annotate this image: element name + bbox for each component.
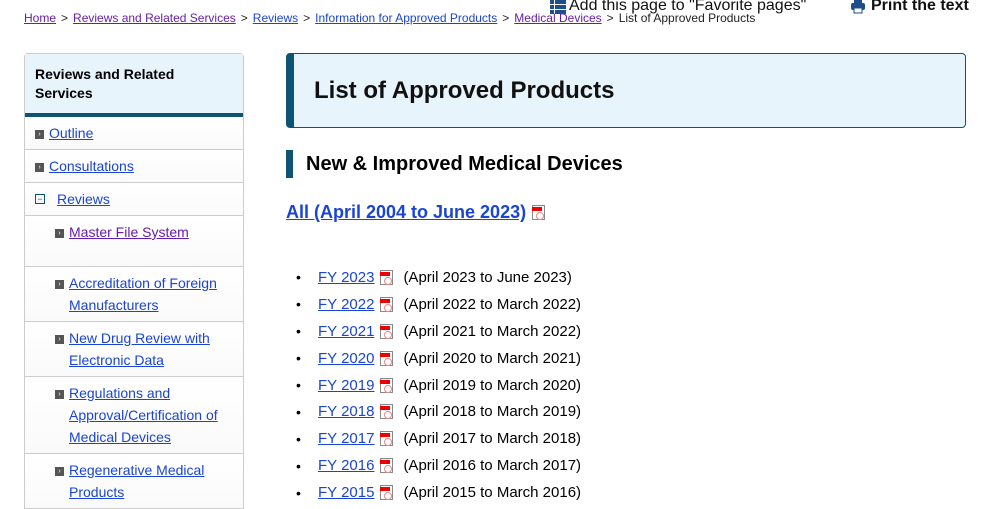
- year-range: (April 2020 to March 2021): [403, 349, 582, 367]
- year-list-item: • FY 2017 (April 2017 to March 2018): [296, 425, 581, 452]
- collapse-icon: −: [35, 194, 45, 204]
- year-range: (April 2017 to March 2018): [403, 430, 582, 448]
- sidebar-item[interactable]: › New Drug Review with Electronic Data: [25, 322, 243, 377]
- sidebar-link[interactable]: Consultations: [49, 155, 134, 177]
- year-list-item: • FY 2015 (April 2015 to March 2016): [296, 479, 581, 506]
- year-list-item: • FY 2016 (April 2016 to March 2017): [296, 452, 581, 479]
- favorite-button[interactable]: Add this page to "Favorite pages": [550, 0, 806, 15]
- pdf-icon: [380, 458, 394, 474]
- bullet: •: [296, 323, 301, 340]
- arrow-right-icon: ›: [55, 467, 64, 476]
- bullet: •: [296, 377, 301, 393]
- arrow-right-icon: ›: [55, 280, 64, 289]
- fiscal-year-link[interactable]: FY 2020: [318, 350, 374, 367]
- sidebar-link[interactable]: New Drug Review with Electronic Data: [69, 327, 235, 371]
- year-range: (April 2019 to March 2020): [403, 376, 582, 394]
- bullet: •: [296, 269, 301, 286]
- pdf-icon: [380, 350, 394, 366]
- pdf-icon: [380, 485, 394, 501]
- pdf-icon: [380, 431, 394, 447]
- year-list-item: • FY 2022 (April 2022 to March 2022): [296, 291, 581, 318]
- bullet: •: [296, 457, 301, 474]
- pdf-icon: [380, 377, 394, 393]
- sidebar-item[interactable]: − Reviews: [25, 183, 243, 216]
- year-list-item: • FY 2018 (April 2018 to March 2019): [296, 398, 581, 425]
- arrow-right-icon: ›: [55, 335, 64, 344]
- pdf-icon: [532, 205, 546, 220]
- sidebar-item[interactable]: › Master File System: [25, 216, 243, 267]
- sidebar-item[interactable]: › Regulations and Approval/Certification …: [25, 377, 243, 454]
- year-list-item: • FY 2023 (April 2023 to June 2023): [296, 264, 581, 291]
- sidebar-link[interactable]: Reviews: [57, 188, 110, 210]
- sidebar-item[interactable]: › Regenerative Medical Products: [25, 454, 243, 509]
- year-range: (April 2023 to June 2023): [403, 268, 572, 286]
- favorite-label: Add this page to "Favorite pages": [569, 0, 807, 14]
- sidebar-link[interactable]: Master File System: [69, 221, 189, 261]
- sidebar-link[interactable]: Regenerative Medical Products: [69, 459, 235, 503]
- pdf-icon: [380, 296, 394, 312]
- breadcrumb-separator: >: [502, 11, 510, 25]
- breadcrumb-link[interactable]: Home: [24, 11, 56, 25]
- print-button[interactable]: Print the text: [850, 0, 969, 15]
- page-title-box: List of Approved Products: [286, 53, 966, 128]
- year-range: (April 2021 to March 2022): [403, 322, 582, 340]
- sidebar-link[interactable]: Accreditation of Foreign Manufacturers: [69, 272, 235, 316]
- year-list-item: • FY 2021 (April 2021 to March 2022): [296, 318, 581, 345]
- bullet: •: [296, 430, 301, 447]
- breadcrumb-link[interactable]: Reviews and Related Services: [73, 11, 236, 25]
- page-title: List of Approved Products: [314, 77, 615, 104]
- section-heading: New & Improved Medical Devices: [286, 150, 623, 178]
- sidebar-item[interactable]: › Outline: [25, 117, 243, 150]
- bullet: •: [296, 484, 301, 501]
- year-list: • FY 2023 (April 2023 to June 2023) • FY 202…: [296, 264, 581, 506]
- pdf-icon: [380, 323, 394, 339]
- all-years-link[interactable]: All (April 2004 to June 2023): [286, 202, 526, 223]
- breadcrumb-separator: >: [303, 11, 311, 25]
- year-range: (April 2016 to March 2017): [403, 457, 582, 475]
- fiscal-year-link[interactable]: FY 2017: [318, 430, 374, 447]
- breadcrumb-separator: >: [61, 11, 69, 25]
- all-link-row: All (April 2004 to June 2023): [286, 202, 546, 223]
- arrow-right-icon: ›: [55, 229, 64, 238]
- pdf-icon: [380, 269, 394, 285]
- bullet: •: [296, 350, 301, 367]
- bullet: •: [296, 403, 301, 420]
- fiscal-year-link[interactable]: FY 2022: [318, 296, 374, 313]
- fiscal-year-link[interactable]: FY 2023: [318, 269, 374, 286]
- breadcrumb-link[interactable]: Reviews: [253, 11, 298, 25]
- sidebar-link[interactable]: Outline: [49, 122, 93, 144]
- sidebar-item[interactable]: › Accreditation of Foreign Manufacturers: [25, 267, 243, 322]
- year-list-item: • FY 2019 (April 2019 to March 2020): [296, 372, 581, 399]
- bullet: •: [296, 296, 301, 313]
- sidebar-link[interactable]: Regulations and Approval/Certification o…: [69, 382, 235, 448]
- arrow-right-icon: ›: [55, 390, 64, 399]
- fiscal-year-link[interactable]: FY 2016: [318, 457, 374, 474]
- breadcrumb-separator: >: [240, 11, 248, 25]
- sidebar-nav: Reviews and Related Services › Outline › Co…: [24, 53, 244, 509]
- pdf-icon: [380, 404, 394, 420]
- sidebar-heading: Reviews and Related Services: [25, 54, 243, 117]
- arrow-right-icon: ›: [35, 163, 44, 172]
- sidebar-item[interactable]: › Consultations: [25, 150, 243, 183]
- year-range: (April 2015 to March 2016): [403, 484, 582, 502]
- fiscal-year-link[interactable]: FY 2015: [318, 484, 374, 501]
- fiscal-year-link[interactable]: FY 2018: [318, 403, 374, 420]
- grid-icon: [550, 0, 566, 14]
- year-range: (April 2022 to March 2022): [403, 295, 582, 313]
- printer-icon: [851, 0, 865, 14]
- year-list-item: • FY 2020 (April 2020 to March 2021): [296, 345, 581, 372]
- arrow-right-icon: ›: [35, 130, 44, 139]
- print-label: Print the text: [871, 0, 969, 14]
- fiscal-year-link[interactable]: FY 2019: [318, 377, 374, 394]
- breadcrumb-link[interactable]: Information for Approved Products: [315, 11, 497, 25]
- fiscal-year-link[interactable]: FY 2021: [318, 323, 374, 340]
- year-range: (April 2018 to March 2019): [403, 403, 582, 421]
